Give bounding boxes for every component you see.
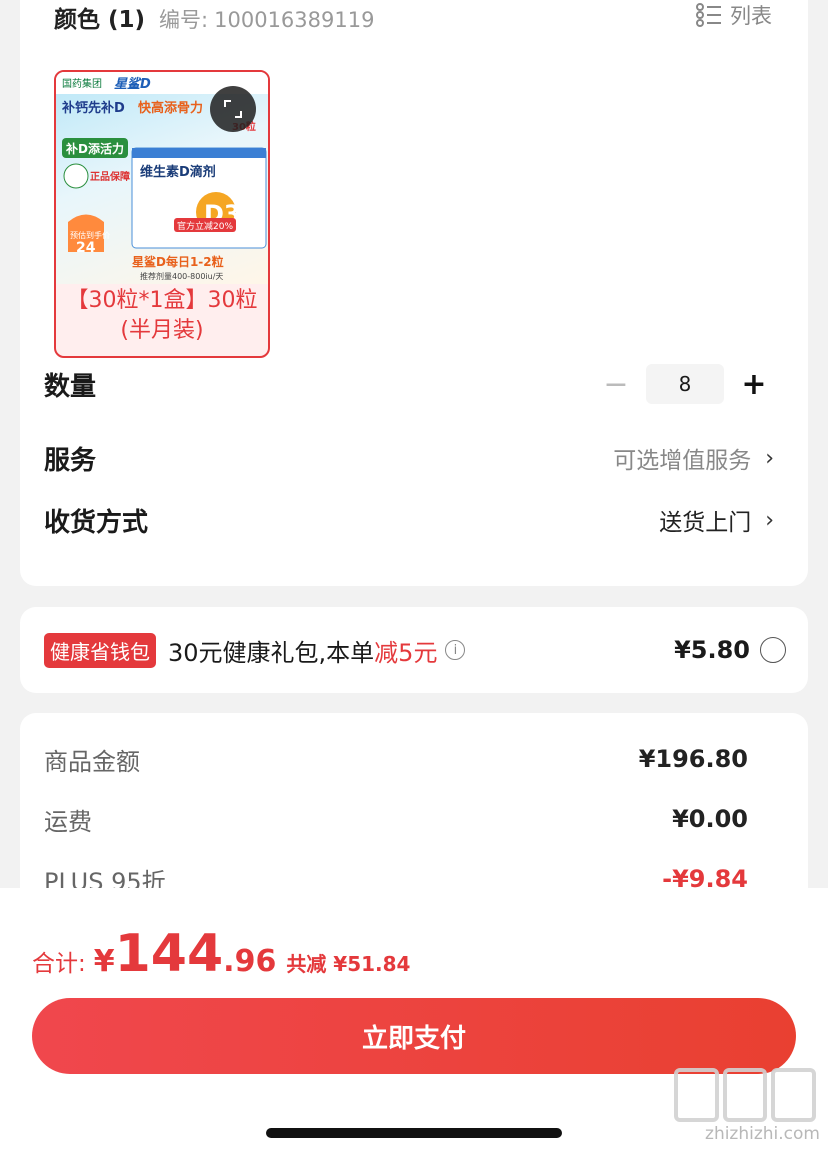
code-value: 100016389119 bbox=[214, 8, 375, 32]
dose-note-text: 推荐剂量400-800iu/天 bbox=[140, 271, 223, 281]
quantity-input[interactable]: 8 bbox=[646, 364, 724, 404]
total-decimal: .96 bbox=[223, 944, 277, 979]
total-label: 合计: bbox=[32, 951, 86, 977]
watermark-text: zhizhizhi.com bbox=[705, 1124, 820, 1144]
color-title: 颜色 (1) bbox=[54, 7, 146, 33]
quantity-row: 数量 − 8 + bbox=[44, 364, 774, 404]
product-image: 国药集团 星鲨D 补钙先补D 快高添骨力 补D添活力 正品保障 维生素D滴剂 D… bbox=[56, 72, 268, 284]
variant-option-selected[interactable]: 国药集团 星鲨D 补钙先补D 快高添骨力 补D添活力 正品保障 维生素D滴剂 D… bbox=[54, 70, 270, 358]
pay-now-button[interactable]: 立即支付 bbox=[32, 998, 796, 1074]
amount-row: 运费 ¥0.00 bbox=[44, 801, 748, 837]
total-integer: 144 bbox=[114, 924, 224, 984]
list-icon bbox=[696, 3, 721, 27]
info-icon[interactable]: i bbox=[445, 640, 466, 660]
amount-row: 商品金额 ¥196.80 bbox=[44, 741, 748, 777]
delivery-label: 收货方式 bbox=[44, 507, 149, 538]
variant-label: 【30粒*1盒】30粒(半月装) bbox=[66, 288, 258, 343]
list-view-button[interactable]: 列表 bbox=[696, 0, 772, 30]
expand-icon bbox=[224, 100, 242, 118]
decrease-button[interactable]: − bbox=[596, 367, 636, 402]
total-price: 合计: ¥ 144 .96 共减 ¥51.84 bbox=[32, 924, 410, 984]
quantity-stepper: − 8 + bbox=[596, 364, 774, 404]
coupon-text-discount: 减5元 bbox=[374, 638, 438, 667]
chevron-right-icon: › bbox=[765, 507, 774, 533]
amount-label: 商品金额 bbox=[44, 747, 140, 776]
bonus-text: 官方立减20% bbox=[177, 220, 233, 232]
quantity-label: 数量 bbox=[44, 371, 97, 402]
spec-card: 颜色 (1) 编号: 100016389119 列表 国药集团 星鲨D 补钙先补… bbox=[20, 0, 808, 586]
service-value: 可选增值服务 bbox=[613, 448, 752, 474]
coupon-text: 30元健康礼包,本单减5元 bbox=[168, 633, 437, 668]
home-indicator[interactable] bbox=[266, 1128, 562, 1138]
service-row[interactable]: 服务 可选增值服务 › bbox=[44, 438, 774, 478]
slogan3-text: 补D添活力 bbox=[65, 141, 124, 156]
slogan1-text: 补钙先补D bbox=[61, 100, 125, 116]
total-saved: 共减 ¥51.84 bbox=[286, 952, 411, 976]
slogan2-text: 快高添骨力 bbox=[138, 100, 203, 116]
zoom-button[interactable] bbox=[210, 86, 256, 132]
price-tag-text: 预估到手价 bbox=[70, 230, 110, 240]
brand2-text: 星鲨D bbox=[114, 76, 151, 92]
product-name-text: 维生素D滴剂 bbox=[140, 164, 216, 180]
coupon-price: ¥5.80 bbox=[674, 636, 750, 664]
total-currency: ¥ bbox=[93, 944, 115, 979]
genuine-text: 正品保障 bbox=[90, 170, 130, 183]
coupon-radio[interactable] bbox=[760, 637, 786, 663]
watermark-logo bbox=[674, 1068, 817, 1122]
amount-value: ¥0.00 bbox=[672, 805, 748, 833]
color-row: 颜色 (1) 编号: 100016389119 bbox=[54, 0, 375, 33]
increase-button[interactable]: + bbox=[734, 367, 774, 402]
chevron-right-icon: › bbox=[765, 445, 774, 471]
dosage-text: 星鲨D每日1-2粒 bbox=[132, 254, 224, 269]
delivery-value: 送货上门 bbox=[659, 510, 752, 536]
code-label: 编号: bbox=[159, 8, 209, 32]
amount-value: ¥196.80 bbox=[638, 745, 748, 773]
amount-label: 运费 bbox=[44, 807, 92, 836]
coupon-badge: 健康省钱包 bbox=[44, 632, 156, 668]
list-label: 列表 bbox=[730, 4, 772, 28]
coupon-text-main: 30元健康礼包,本单 bbox=[168, 638, 375, 667]
price-value-text: 24 bbox=[76, 240, 96, 256]
brand1-text: 国药集团 bbox=[62, 77, 102, 90]
delivery-row[interactable]: 收货方式 送货上门 › bbox=[44, 500, 774, 540]
service-label: 服务 bbox=[44, 445, 97, 476]
coupon-card[interactable]: 健康省钱包 30元健康礼包,本单减5元 i ¥5.80 bbox=[20, 607, 808, 693]
